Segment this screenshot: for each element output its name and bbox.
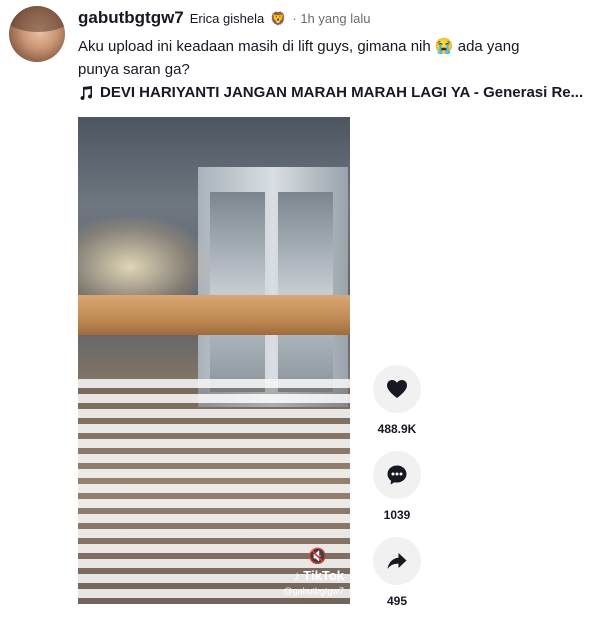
username-link[interactable]: gabutbgtgw7: [78, 8, 184, 28]
like-count: 488.9K: [377, 422, 417, 436]
tiktok-watermark: ♪ TikTok @gabutbgtgw7: [283, 568, 344, 596]
like-button[interactable]: [373, 365, 421, 413]
heart-icon: [387, 380, 407, 398]
share-action[interactable]: 495: [372, 537, 422, 608]
like-action[interactable]: 488.9K: [372, 365, 422, 436]
comment-button[interactable]: [373, 451, 421, 499]
video-scene: [198, 167, 348, 407]
music-note-icon: [80, 85, 93, 100]
music-title: DEVI HARIYANTI JANGAN MARAH MARAH LAGI Y…: [100, 84, 584, 101]
mute-icon[interactable]: 🔇: [308, 547, 327, 565]
avatar[interactable]: [9, 6, 65, 62]
action-bar: 488.9K 1039 495: [372, 365, 422, 623]
share-count: 495: [386, 594, 408, 608]
tiktok-logo-icon: ♪: [293, 568, 301, 583]
share-icon: [387, 553, 407, 569]
post-caption: Aku upload ini keadaan masih di lift guy…: [78, 38, 520, 78]
post-header: gabutbgtgw7 Erica gishela 🦁 · 1h yang la…: [78, 8, 587, 30]
watermark-username: @gabutbgtgw7: [283, 586, 344, 596]
watermark-brand: TikTok: [303, 568, 344, 583]
comment-count: 1039: [383, 508, 411, 522]
comment-icon: [387, 465, 407, 485]
comment-action[interactable]: 1039: [372, 451, 422, 522]
video-player[interactable]: 🔇 ♪ TikTok @gabutbgtgw7: [78, 117, 350, 604]
music-link[interactable]: DEVI HARIYANTI JANGAN MARAH MARAH LAGI Y…: [78, 84, 588, 101]
nickname: Erica gishela: [189, 11, 265, 26]
timestamp: · 1h yang lalu: [292, 11, 371, 26]
badge-emoji: 🦁: [270, 11, 287, 26]
share-button[interactable]: [373, 537, 421, 585]
